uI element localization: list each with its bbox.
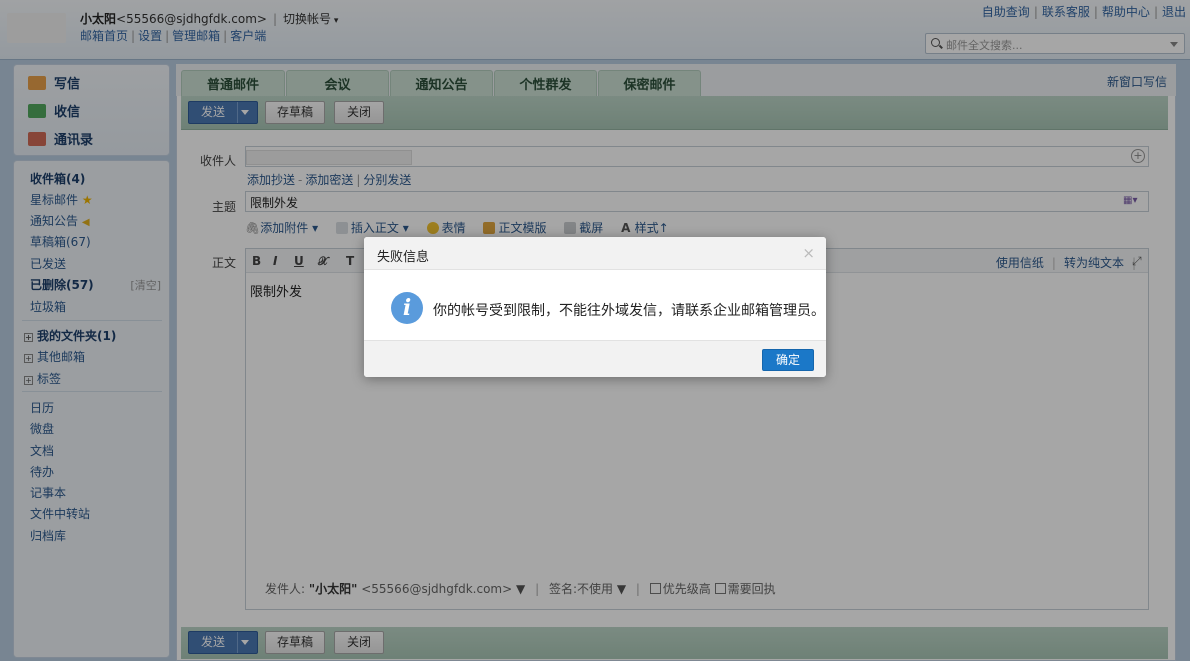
error-dialog: 失败信息 × i 你的帐号受到限制，不能往外域发信，请联系企业邮箱管理员。 确定	[364, 237, 826, 377]
dialog-footer: 确定	[364, 340, 826, 377]
dialog-title: 失败信息	[377, 250, 430, 265]
close-icon[interactable]: ×	[802, 244, 815, 262]
info-icon: i	[391, 292, 423, 324]
dialog-message: 你的帐号受到限制，不能往外域发信，请联系企业邮箱管理员。	[433, 303, 825, 319]
ok-button[interactable]: 确定	[762, 349, 814, 371]
dialog-header: 失败信息 ×	[364, 237, 826, 270]
